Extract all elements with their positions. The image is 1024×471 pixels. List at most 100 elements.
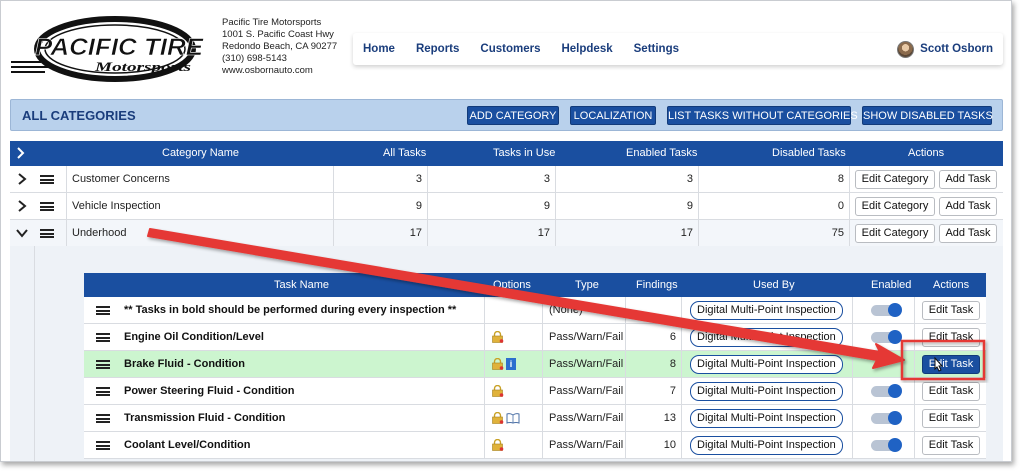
enabled-toggle[interactable]	[871, 303, 902, 317]
category-all-tasks: 9	[334, 193, 428, 220]
task-name: ** Tasks in bold should be performed dur…	[84, 297, 485, 324]
nav-settings[interactable]: Settings	[634, 43, 679, 55]
category-disabled-tasks: 8	[699, 166, 850, 193]
main-nav: Home Reports Customers Helpdesk Settings…	[353, 33, 1003, 65]
user-name: Scott Osborn	[920, 43, 993, 55]
header-enabled: Enabled	[871, 279, 912, 291]
chevron-right-icon[interactable]	[15, 199, 29, 213]
task-type: Pass/Warn/Fail	[543, 378, 626, 405]
task-name: Transmission Fluid - Condition	[84, 405, 485, 432]
category-name: Customer Concerns	[67, 166, 334, 193]
edit-task-button[interactable]: Edit Task	[922, 301, 980, 320]
edit-task-button[interactable]: Edit Task	[922, 409, 980, 428]
header-actions: Actions	[908, 147, 945, 159]
enabled-toggle[interactable]	[871, 438, 902, 452]
edit-task-button[interactable]: Edit Task	[922, 436, 980, 455]
nav-customers[interactable]: Customers	[480, 43, 540, 55]
task-row-highlighted: Brake Fluid - Condition i Pass/Warn/Fail…	[84, 351, 986, 378]
edit-category-button[interactable]: Edit Category	[855, 224, 935, 243]
task-type: Pass/Warn/Fail	[543, 432, 626, 459]
expand-all-chevron-icon[interactable]	[15, 147, 27, 159]
list-tasks-without-categories-button[interactable]: LIST TASKS WITHOUT CATEGORIES	[667, 106, 858, 125]
task-options	[485, 297, 543, 324]
header-task-name: Task Name	[274, 279, 330, 291]
avatar	[897, 40, 915, 58]
task-findings: 8	[626, 351, 682, 378]
used-by-badge[interactable]: Digital Multi-Point Inspection	[690, 409, 843, 428]
nav-reports[interactable]: Reports	[416, 43, 459, 55]
task-options	[485, 324, 543, 351]
add-task-button[interactable]: Add Task	[939, 197, 997, 216]
add-category-button[interactable]: ADD CATEGORY	[467, 106, 559, 125]
add-task-button[interactable]: Add Task	[939, 224, 997, 243]
add-task-button[interactable]: Add Task	[939, 170, 997, 189]
nav-home[interactable]: Home	[363, 43, 395, 55]
chevron-right-icon[interactable]	[15, 172, 29, 186]
nav-helpdesk[interactable]: Helpdesk	[561, 43, 612, 55]
company-city: Redondo Beach, CA 90277	[222, 41, 338, 52]
header-all-tasks: All Tasks	[383, 147, 427, 159]
show-disabled-tasks-button[interactable]: SHOW DISABLED TASKS	[862, 106, 993, 125]
header-tasks-in-use: Tasks in Use	[493, 147, 556, 159]
task-row: Engine Oil Condition/Level Pass/Warn/Fai…	[84, 324, 986, 351]
category-all-tasks: 3	[334, 166, 428, 193]
lock-icon	[492, 358, 504, 370]
task-options	[485, 432, 543, 459]
used-by-badge[interactable]: Digital Multi-Point Inspection	[690, 301, 843, 320]
used-by-badge[interactable]: Digital Multi-Point Inspection	[690, 328, 843, 347]
category-enabled-tasks: 9	[556, 193, 699, 220]
category-name: Underhood	[67, 220, 334, 247]
task-options	[485, 378, 543, 405]
enabled-toggle[interactable]	[871, 411, 902, 425]
category-all-tasks: 17	[334, 220, 428, 247]
edit-category-button[interactable]: Edit Category	[855, 197, 935, 216]
task-findings: 13	[626, 405, 682, 432]
lock-icon	[492, 439, 504, 451]
company-street: 1001 S. Pacific Coast Hwy	[222, 29, 334, 40]
book-icon	[506, 413, 520, 424]
edit-task-button[interactable]: Edit Task	[922, 382, 980, 401]
table-row: Underhood 17 17 17 75 Edit Category Add …	[10, 220, 1003, 247]
header: PACIFIC TIRE Motorsports Pacific Tire Mo…	[1, 1, 1011, 96]
localization-button[interactable]: LOCALIZATION	[570, 106, 656, 125]
task-options: i	[485, 351, 543, 378]
company-address: Pacific Tire Motorsports 1001 S. Pacific…	[222, 17, 337, 77]
task-name: Power Steering Fluid - Condition	[84, 378, 485, 405]
page-title: ALL CATEGORIES	[22, 108, 136, 123]
user-menu[interactable]: Scott Osborn	[897, 33, 993, 65]
enabled-toggle[interactable]	[871, 384, 902, 398]
used-by-badge[interactable]: Digital Multi-Point Inspection	[690, 436, 843, 455]
task-type: (None)	[543, 297, 626, 324]
enabled-toggle[interactable]	[871, 330, 902, 344]
category-enabled-tasks: 3	[556, 166, 699, 193]
used-by-badge[interactable]: Digital Multi-Point Inspection	[690, 355, 843, 374]
category-disabled-tasks: 0	[699, 193, 850, 220]
used-by-badge[interactable]: Digital Multi-Point Inspection	[690, 382, 843, 401]
header-task-actions: Actions	[933, 279, 970, 291]
pacific-tire-logo: PACIFIC TIRE Motorsports	[11, 16, 204, 82]
category-tasks-in-use: 9	[428, 193, 556, 220]
header-type: Type	[575, 279, 599, 291]
task-type: Pass/Warn/Fail	[543, 351, 626, 378]
edit-task-button[interactable]: Edit Task	[922, 328, 980, 347]
task-findings: 7	[626, 378, 682, 405]
task-options	[485, 405, 543, 432]
company-website[interactable]: www.osbornauto.com	[222, 65, 337, 77]
table-row: Customer Concerns 3 3 3 8 Edit Category …	[10, 166, 1003, 193]
category-tasks-in-use: 3	[428, 166, 556, 193]
edit-task-button-hovered[interactable]: Edit Task	[922, 355, 980, 374]
category-enabled-tasks: 17	[556, 220, 699, 247]
categories-table-header: Category Name All Tasks Tasks in Use Ena…	[10, 141, 1003, 166]
company-name: Pacific Tire Motorsports	[222, 17, 322, 28]
category-name: Vehicle Inspection	[67, 193, 334, 220]
chevron-down-icon[interactable]	[15, 226, 29, 240]
header-enabled-tasks: Enabled Tasks	[626, 147, 698, 159]
lock-icon	[492, 385, 504, 397]
edit-category-button[interactable]: Edit Category	[855, 170, 935, 189]
header-used-by: Used By	[753, 279, 795, 291]
header-findings: Findings	[636, 279, 678, 291]
info-icon: i	[506, 358, 516, 370]
task-row: Power Steering Fluid - Condition Pass/Wa…	[84, 378, 986, 405]
task-findings: 10	[626, 432, 682, 459]
task-findings	[626, 297, 682, 324]
